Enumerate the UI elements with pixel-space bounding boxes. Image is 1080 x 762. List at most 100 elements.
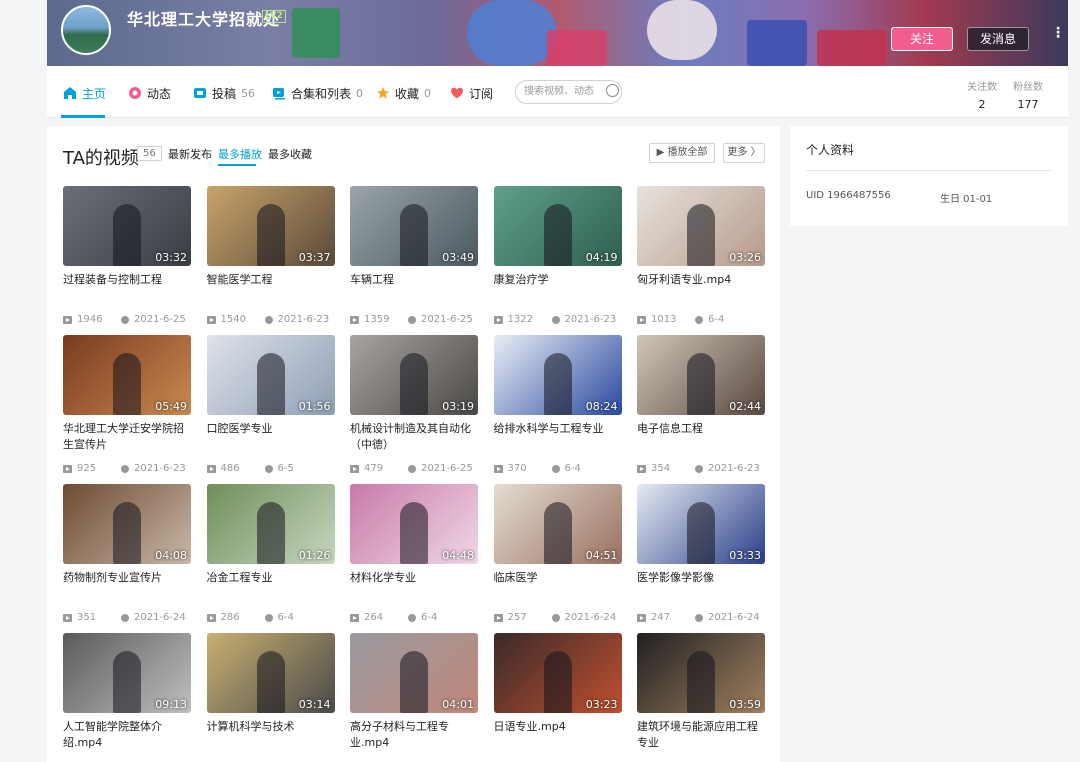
gift-box-decoration bbox=[292, 8, 340, 58]
video-thumbnail[interactable]: 03:37 bbox=[206, 186, 335, 266]
video-card[interactable]: 01:56 口腔医学专业 486 6-5 bbox=[206, 335, 335, 474]
video-thumbnail[interactable]: 04:48 bbox=[350, 484, 478, 564]
video-title[interactable]: 口腔医学专业 bbox=[207, 421, 335, 453]
video-card[interactable]: 03:37 智能医学工程 1540 2021-6-23 bbox=[206, 186, 335, 325]
video-title[interactable]: 药物制剂专业宣传片 bbox=[63, 570, 191, 602]
video-title[interactable]: 医学影像学影像 bbox=[637, 570, 765, 602]
video-thumbnail[interactable]: 03:14 bbox=[206, 633, 335, 713]
video-thumbnail[interactable]: 09:13 bbox=[63, 633, 191, 713]
video-thumbnail[interactable]: 03:49 bbox=[350, 186, 478, 266]
video-duration: 03:37 bbox=[298, 251, 331, 264]
video-thumbnail[interactable]: 04:51 bbox=[493, 484, 622, 564]
play-count-icon bbox=[637, 613, 646, 622]
video-title[interactable]: 匈牙利语专业.mp4 bbox=[637, 272, 765, 304]
play-count-value: 1322 bbox=[507, 314, 533, 325]
video-card[interactable]: 04:01高分子材料与工程专业.mp42096-4 bbox=[350, 633, 478, 762]
video-card[interactable]: 09:13人工智能学院整体介绍.mp42376-4 bbox=[63, 633, 191, 762]
video-title[interactable]: 临床医学 bbox=[494, 570, 622, 602]
sort-most-played[interactable]: 最多播放 bbox=[218, 146, 262, 162]
video-thumbnail[interactable]: 08:24 bbox=[493, 335, 622, 415]
following-value: 2 bbox=[978, 98, 986, 111]
video-thumbnail[interactable]: 04:08 bbox=[63, 484, 191, 564]
upload-date: 2021-6-24 bbox=[121, 612, 186, 623]
video-thumbnail[interactable]: 02:44 bbox=[637, 335, 765, 415]
tab-home[interactable]: 主页 bbox=[63, 83, 106, 103]
video-thumbnail[interactable]: 03:59 bbox=[637, 633, 765, 713]
play-all-button[interactable]: ▶ 播放全部 bbox=[649, 143, 715, 163]
heart-icon bbox=[451, 87, 463, 99]
tab-upload[interactable]: 投稿 56 bbox=[193, 83, 255, 103]
video-meta: 247 2021-6-24 bbox=[637, 612, 765, 623]
video-card[interactable]: 03:23日语专业.mp42076-4 bbox=[493, 633, 622, 762]
video-card[interactable]: 05:49 华北理工大学迁安学院招生宣传片 925 2021-6-23 bbox=[63, 335, 191, 474]
video-card[interactable]: 01:26 冶金工程专业 286 6-4 bbox=[206, 484, 335, 623]
video-title[interactable]: 车辆工程 bbox=[350, 272, 478, 304]
thumbnail-figure bbox=[256, 651, 285, 713]
tab-favorites[interactable]: 收藏 0 bbox=[376, 83, 431, 103]
video-card[interactable]: 03:49 车辆工程 1359 2021-6-25 bbox=[350, 186, 478, 325]
video-card[interactable]: 03:59建筑环境与能源应用工程专业2036-4 bbox=[637, 633, 765, 762]
video-title[interactable]: 华北理工大学迁安学院招生宣传片 bbox=[63, 421, 191, 453]
video-card[interactable]: 03:32 过程装备与控制工程 1946 2021-6-25 bbox=[63, 186, 191, 325]
thumbnail-figure bbox=[687, 353, 715, 415]
send-message-button[interactable]: 发消息 bbox=[967, 27, 1029, 51]
fans-stat[interactable]: 粉丝数 177 bbox=[1013, 78, 1043, 111]
video-title[interactable]: 机械设计制造及其自动化（中德） bbox=[350, 421, 478, 453]
search-icon[interactable] bbox=[606, 84, 619, 97]
sort-latest[interactable]: 最新发布 bbox=[168, 146, 212, 162]
video-thumbnail[interactable]: 01:56 bbox=[206, 335, 335, 415]
fans-value: 177 bbox=[1017, 98, 1039, 111]
play-all-label: 播放全部 bbox=[667, 147, 708, 158]
video-card[interactable]: 08:24 给排水科学与工程专业 370 6-4 bbox=[493, 335, 622, 474]
play-count: 286 bbox=[206, 612, 265, 623]
video-title[interactable]: 电子信息工程 bbox=[637, 421, 765, 453]
video-thumbnail[interactable]: 04:01 bbox=[350, 633, 478, 713]
play-count-icon bbox=[637, 464, 646, 473]
upload-date-value: 6-4 bbox=[277, 612, 294, 623]
tab-collections[interactable]: 合集和列表 0 bbox=[272, 83, 363, 103]
avatar[interactable] bbox=[61, 5, 111, 55]
video-duration: 03:59 bbox=[729, 698, 761, 711]
video-title[interactable]: 日语专业.mp4 bbox=[494, 719, 622, 751]
video-card[interactable]: 03:14计算机科学与技术2342021-6-23 bbox=[206, 633, 335, 762]
video-title[interactable]: 人工智能学院整体介绍.mp4 bbox=[63, 719, 191, 751]
play-count-icon bbox=[350, 613, 359, 622]
video-card[interactable]: 02:44 电子信息工程 354 2021-6-23 bbox=[637, 335, 765, 474]
play-count: 1946 bbox=[63, 314, 121, 325]
video-thumbnail[interactable]: 03:19 bbox=[350, 335, 478, 415]
video-card[interactable]: 03:33 医学影像学影像 247 2021-6-24 bbox=[637, 484, 765, 623]
more-videos-button[interactable]: 更多 〉 bbox=[723, 143, 765, 163]
sort-most-favorited[interactable]: 最多收藏 bbox=[268, 146, 312, 162]
video-thumbnail[interactable]: 01:26 bbox=[206, 484, 335, 564]
video-thumbnail[interactable]: 03:33 bbox=[637, 484, 765, 564]
tab-dynamic[interactable]: 动态 bbox=[128, 83, 171, 103]
video-duration: 01:56 bbox=[298, 400, 331, 413]
video-title[interactable]: 智能医学工程 bbox=[207, 272, 335, 304]
video-card[interactable]: 04:19 康复治疗学 1322 2021-6-23 bbox=[493, 186, 622, 325]
video-title[interactable]: 计算机科学与技术 bbox=[207, 719, 335, 751]
video-meta: 1322 2021-6-23 bbox=[493, 314, 622, 325]
video-title[interactable]: 康复治疗学 bbox=[494, 272, 622, 304]
tab-subscriptions[interactable]: 订阅 bbox=[450, 83, 493, 103]
video-thumbnail[interactable]: 03:26 bbox=[637, 186, 765, 266]
follow-button[interactable]: 关注 bbox=[891, 27, 953, 51]
video-duration: 04:48 bbox=[442, 549, 474, 562]
video-title[interactable]: 建筑环境与能源应用工程专业 bbox=[637, 719, 765, 751]
upload-date-value: 2021-6-25 bbox=[421, 314, 473, 325]
video-thumbnail[interactable]: 03:23 bbox=[493, 633, 622, 713]
video-card[interactable]: 03:26 匈牙利语专业.mp4 1013 6-4 bbox=[637, 186, 765, 325]
video-card[interactable]: 04:08 药物制剂专业宣传片 351 2021-6-24 bbox=[63, 484, 191, 623]
video-title[interactable]: 材料化学专业 bbox=[350, 570, 478, 602]
video-thumbnail[interactable]: 05:49 bbox=[63, 335, 191, 415]
video-title[interactable]: 高分子材料与工程专业.mp4 bbox=[350, 719, 478, 751]
video-thumbnail[interactable]: 04:19 bbox=[493, 186, 622, 266]
video-title[interactable]: 冶金工程专业 bbox=[207, 570, 335, 602]
more-options-icon[interactable]: ⋮ bbox=[1051, 26, 1065, 48]
following-stat[interactable]: 关注数 2 bbox=[967, 78, 997, 111]
video-title[interactable]: 给排水科学与工程专业 bbox=[494, 421, 622, 453]
video-card[interactable]: 04:48 材料化学专业 264 6-4 bbox=[350, 484, 478, 623]
video-card[interactable]: 04:51 临床医学 257 2021-6-24 bbox=[493, 484, 622, 623]
video-card[interactable]: 03:19 机械设计制造及其自动化（中德） 479 2021-6-25 bbox=[350, 335, 478, 474]
video-thumbnail[interactable]: 03:32 bbox=[63, 186, 191, 266]
video-title[interactable]: 过程装备与控制工程 bbox=[63, 272, 191, 304]
